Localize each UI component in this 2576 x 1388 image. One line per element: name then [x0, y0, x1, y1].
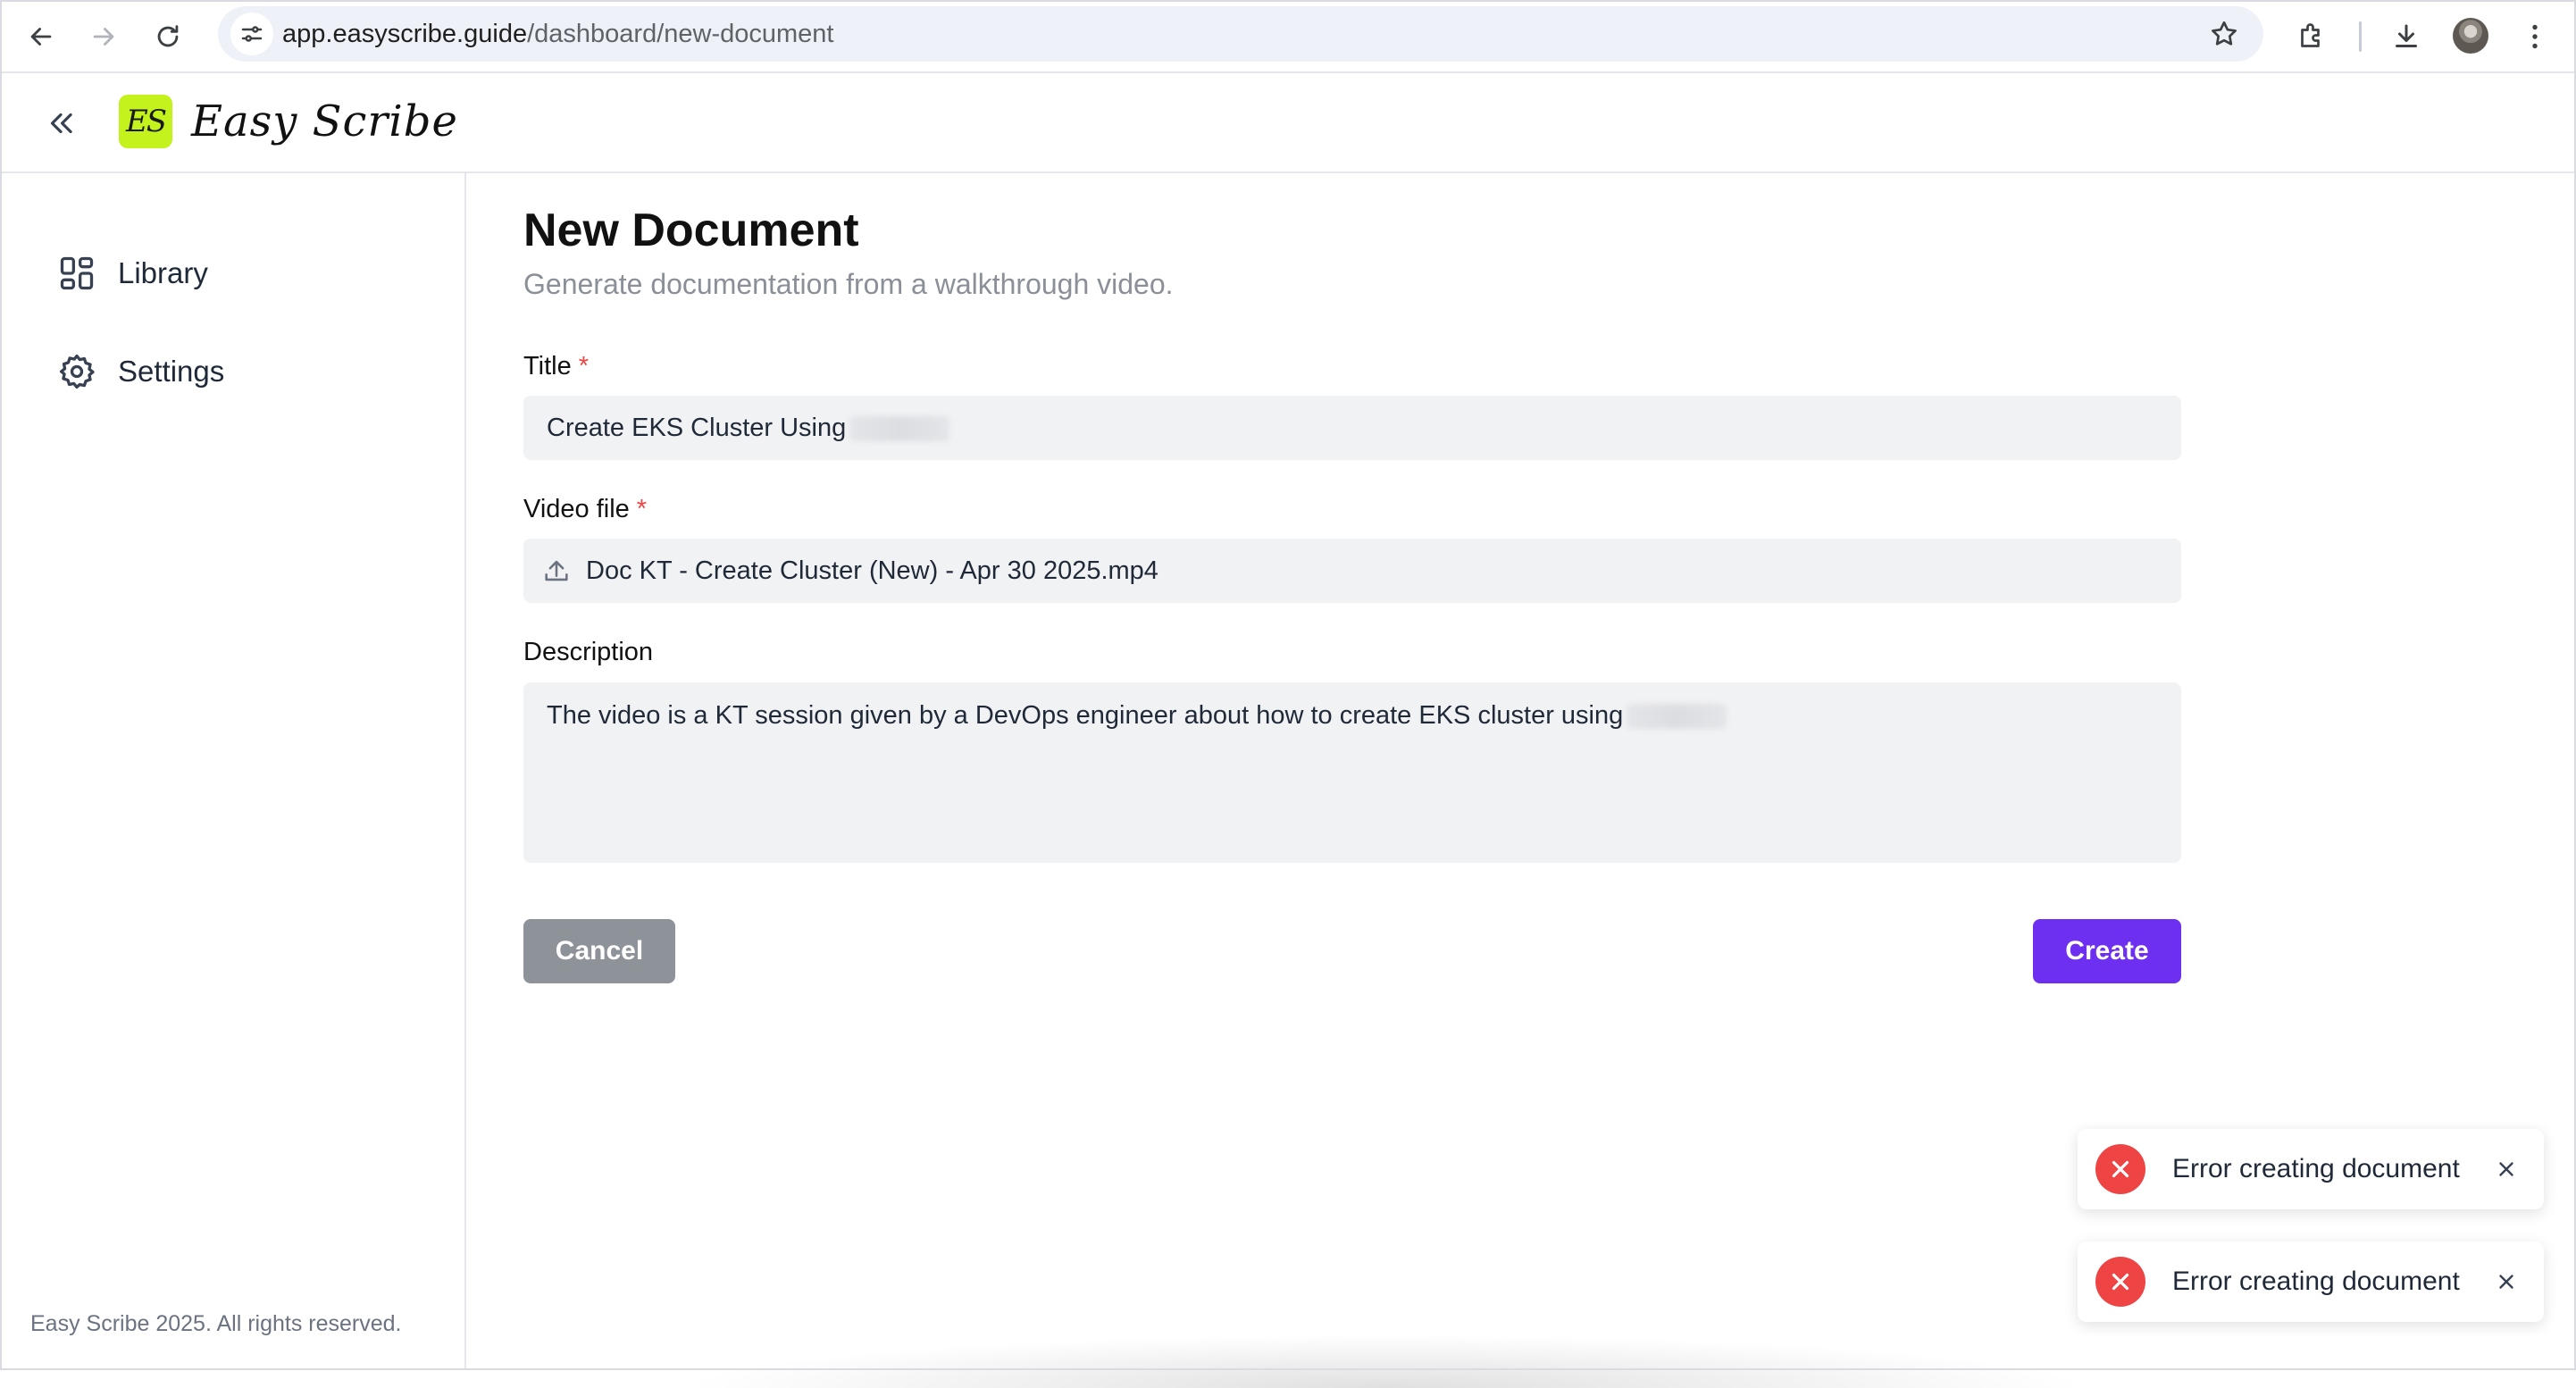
toolbar-divider: [2359, 21, 2362, 52]
browser-menu-icon[interactable]: [2513, 15, 2556, 58]
required-mark: *: [578, 352, 590, 380]
address-bar[interactable]: app.easyscribe.guide/dashboard/new-docum…: [218, 6, 2263, 62]
sidebar-item-library[interactable]: Library: [57, 245, 208, 302]
redacted-text: [1627, 704, 1727, 730]
browser-toolbar: app.easyscribe.guide/dashboard/new-docum…: [0, 0, 2576, 73]
bookmark-star-icon[interactable]: [2208, 18, 2240, 50]
footer-copyright: Easy Scribe 2025. All rights reserved.: [30, 1311, 402, 1336]
create-button[interactable]: Create: [2033, 919, 2181, 983]
logo-text: Easy Scribe: [191, 96, 458, 146]
redacted-text: [849, 416, 950, 442]
sidebar-item-label: Settings: [118, 355, 225, 388]
description-label: Description: [523, 638, 654, 666]
upload-icon: [545, 560, 568, 581]
error-toast: Error creating document: [2078, 1242, 2544, 1322]
page-subtitle: Generate documentation from a walkthroug…: [523, 268, 1174, 300]
video-file-label-text: Video file: [523, 495, 630, 523]
required-mark: *: [636, 495, 648, 523]
download-icon[interactable]: [2385, 15, 2428, 58]
gear-icon: [59, 354, 95, 389]
error-toast: Error creating document: [2078, 1129, 2544, 1209]
title-input-value: Create EKS Cluster Using: [547, 414, 847, 442]
video-file-input[interactable]: Doc KT - Create Cluster (New) - Apr 30 2…: [523, 539, 2181, 603]
toast-message: Error creating document: [2172, 1267, 2460, 1296]
sidebar-item-settings[interactable]: Settings: [57, 343, 224, 400]
cancel-button[interactable]: Cancel: [523, 919, 675, 983]
title-label-text: Title: [523, 352, 572, 380]
description-textarea[interactable]: The video is a KT session given by a Dev…: [523, 682, 2181, 863]
site-info-icon[interactable]: [230, 13, 273, 55]
sidebar: Library Settings Easy Scribe 2025. All r…: [0, 173, 466, 1370]
profile-avatar[interactable]: [2453, 18, 2488, 54]
url-host: app.easyscribe.guide: [282, 20, 528, 48]
close-icon[interactable]: [2490, 1153, 2522, 1185]
url-path: /dashboard/new-document: [527, 20, 834, 48]
title-input[interactable]: Create EKS Cluster Using: [523, 396, 2181, 460]
scroll-shadow: [681, 1334, 2092, 1388]
description-value: The video is a KT session given by a Dev…: [547, 701, 1624, 730]
sidebar-item-label: Library: [118, 256, 208, 289]
logo-mark: ES: [119, 95, 172, 148]
back-icon[interactable]: [20, 15, 63, 58]
library-icon: [60, 256, 94, 290]
page-title: New Document: [523, 205, 859, 256]
close-icon[interactable]: [2490, 1266, 2522, 1298]
forward-icon[interactable]: [82, 15, 125, 58]
reload-icon[interactable]: [146, 15, 189, 58]
error-icon: [2095, 1144, 2145, 1194]
url-text[interactable]: app.easyscribe.guide/dashboard/new-docum…: [282, 6, 833, 62]
extensions-icon[interactable]: [2290, 15, 2333, 58]
video-file-label: Video file *: [523, 495, 647, 524]
collapse-sidebar-icon[interactable]: [39, 102, 82, 145]
video-file-name: Doc KT - Create Cluster (New) - Apr 30 2…: [586, 556, 1158, 585]
app-header: ES Easy Scribe: [0, 73, 2576, 173]
title-label: Title *: [523, 352, 589, 381]
toast-message: Error creating document: [2172, 1154, 2460, 1183]
error-icon: [2095, 1257, 2145, 1307]
